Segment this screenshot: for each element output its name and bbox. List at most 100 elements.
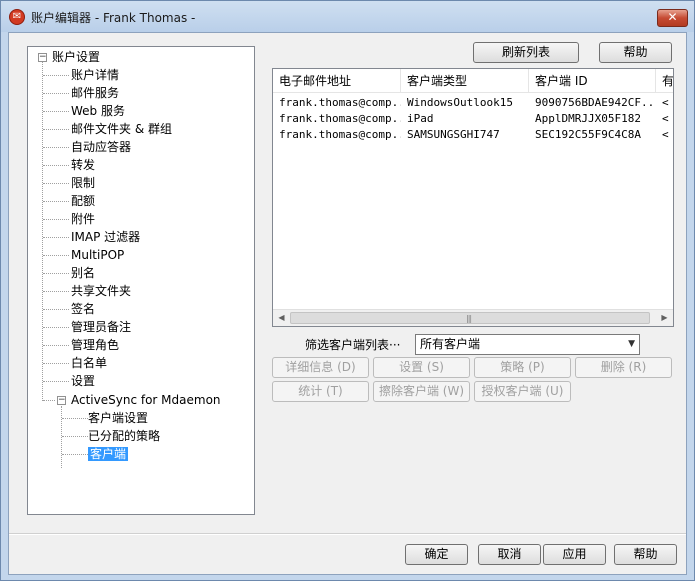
tree-line — [43, 273, 69, 274]
tree-item[interactable]: MultiPOP — [71, 246, 124, 264]
tree-item[interactable]: 管理员备注 — [71, 318, 131, 336]
policy-button[interactable]: 策略 (P) — [474, 357, 571, 378]
scroll-right-icon[interactable]: ▶ — [656, 310, 673, 326]
tree-line — [43, 291, 69, 292]
tree-line — [43, 327, 69, 328]
tree-line — [61, 406, 62, 468]
tree-item[interactable]: 限制 — [71, 174, 95, 192]
tree-item[interactable]: 邮件服务 — [71, 84, 119, 102]
apply-button[interactable]: 应用 — [543, 544, 606, 565]
scrollbar-grip-icon: ||| — [466, 314, 472, 323]
tree-child-item[interactable]: 客户端设置 — [88, 409, 148, 427]
window-title: 账户编辑器 - Frank Thomas - — [31, 11, 196, 25]
help-button-top[interactable]: 帮助 — [599, 42, 672, 63]
tree-line — [43, 381, 69, 382]
tree-line — [43, 111, 69, 112]
horizontal-scrollbar[interactable]: ◀ ||| ▶ — [273, 309, 673, 326]
tree-line — [43, 219, 69, 220]
help-button[interactable]: 帮助 — [614, 544, 677, 565]
tree-item[interactable]: 共享文件夹 — [71, 282, 131, 300]
tree-child-label: 客户端 — [88, 447, 129, 461]
tree-line — [43, 165, 69, 166]
tree-line — [62, 436, 88, 437]
table-row[interactable]: frank.thomas@comp... iPad ApplDMRJJX05F182… — [273, 111, 673, 127]
tree-line — [42, 62, 43, 401]
authorize-client-button[interactable]: 授权客户端 (U) — [474, 381, 571, 402]
tree-child-item[interactable]: 客户端 — [88, 445, 129, 463]
tree-item[interactable]: 自动应答器 — [71, 138, 131, 156]
clients-list[interactable]: 电子邮件地址 客户端类型 客户端 ID 有 frank.thomas@comp.… — [272, 68, 674, 327]
tree-line — [43, 345, 69, 346]
tree-line — [43, 363, 69, 364]
table-cell: < — [662, 96, 669, 109]
table-cell: SEC192C55F9C4C8A — [535, 128, 641, 141]
column-header-email[interactable]: 电子邮件地址 — [273, 69, 401, 93]
refresh-list-button[interactable]: 刷新列表 — [473, 42, 579, 63]
tree-line — [43, 129, 69, 130]
tree-item[interactable]: 配额 — [71, 192, 95, 210]
tree-line — [43, 201, 69, 202]
column-header-client-type[interactable]: 客户端类型 — [401, 69, 529, 93]
tree-item[interactable]: IMAP 过滤器 — [71, 228, 140, 246]
details-button[interactable]: 详细信息 (D) — [272, 357, 369, 378]
tree-line — [43, 237, 69, 238]
cancel-button[interactable]: 取消 — [478, 544, 541, 565]
table-cell: iPad — [407, 112, 434, 125]
client-filter-select[interactable]: 所有客户端 ▼ — [415, 334, 640, 355]
settings-tree[interactable]: − 账户设置 账户详情 邮件服务 Web 服务 邮件文件夹 & 群组 自动应答器 转发 限制… — [27, 46, 255, 515]
table-cell: WindowsOutlook15 — [407, 96, 513, 109]
tree-item[interactable]: 设置 — [71, 372, 95, 390]
table-row[interactable]: frank.thomas@comp... SAMSUNGSGHI747 SEC192… — [273, 127, 673, 143]
tree-item[interactable]: 邮件文件夹 & 群组 — [71, 120, 172, 138]
collapse-icon[interactable]: − — [57, 396, 66, 405]
tree-line — [43, 255, 69, 256]
chevron-down-icon: ▼ — [628, 339, 635, 349]
wipe-client-button[interactable]: 擦除客户端 (W) — [373, 381, 470, 402]
settings-button[interactable]: 设置 (S) — [373, 357, 470, 378]
dialog-body: − 账户设置 账户详情 邮件服务 Web 服务 邮件文件夹 & 群组 自动应答器 转发 限制… — [8, 32, 687, 575]
tree-line — [43, 183, 69, 184]
account-editor-window: ✉ 账户编辑器 - Frank Thomas - ✕ − 账户设置 账户详情 邮件… — [0, 0, 695, 581]
tree-line — [43, 309, 69, 310]
tree-child-label: 客户端设置 — [88, 411, 149, 425]
tree-item[interactable]: Web 服务 — [71, 102, 125, 120]
tree-item[interactable]: 签名 — [71, 300, 95, 318]
tree-item-activesync[interactable]: ActiveSync for Mdaemon — [71, 391, 221, 409]
delete-button[interactable]: 删除 (R) — [575, 357, 672, 378]
table-cell: SAMSUNGSGHI747 — [407, 128, 500, 141]
tree-item[interactable]: 附件 — [71, 210, 95, 228]
table-cell: frank.thomas@comp... — [279, 128, 401, 141]
tree-item[interactable]: 白名单 — [71, 354, 107, 372]
collapse-icon[interactable]: − — [38, 53, 47, 62]
scrollbar-thumb[interactable]: ||| — [290, 312, 650, 324]
tree-item[interactable]: 转发 — [71, 156, 95, 174]
table-cell: frank.thomas@comp... — [279, 96, 401, 109]
tree-item[interactable]: 管理角色 — [71, 336, 119, 354]
tree-line — [43, 75, 69, 76]
tree-item[interactable]: 别名 — [71, 264, 95, 282]
clients-list-header: 电子邮件地址 客户端类型 客户端 ID 有 — [273, 69, 673, 93]
table-row[interactable]: frank.thomas@comp... WindowsOutlook15 9090… — [273, 95, 673, 111]
title-bar[interactable]: ✉ 账户编辑器 - Frank Thomas - ✕ — [1, 1, 694, 32]
close-button[interactable]: ✕ — [657, 9, 688, 27]
footer-divider — [9, 533, 686, 535]
tree-line — [62, 454, 88, 455]
ok-button[interactable]: 确定 — [405, 544, 468, 565]
statistics-button[interactable]: 统计 (T) — [272, 381, 369, 402]
tree-line — [62, 418, 88, 419]
tree-root-account-settings[interactable]: 账户设置 — [52, 48, 100, 66]
table-cell: ApplDMRJJX05F182 — [535, 112, 641, 125]
mdaemon-app-icon: ✉ — [9, 9, 25, 25]
scroll-left-icon[interactable]: ◀ — [273, 310, 290, 326]
table-cell: frank.thomas@comp... — [279, 112, 401, 125]
tree-child-item[interactable]: 已分配的策略 — [88, 427, 160, 445]
tree-line — [43, 147, 69, 148]
filter-clients-label: 筛选客户端列表··· — [305, 338, 401, 352]
table-cell: 9090756BDAE942CF... — [535, 96, 656, 109]
tree-line — [43, 400, 55, 401]
tree-line — [43, 93, 69, 94]
column-header-more[interactable]: 有 — [656, 69, 673, 93]
column-header-client-id[interactable]: 客户端 ID — [529, 69, 656, 93]
tree-child-label: 已分配的策略 — [88, 429, 161, 443]
tree-item[interactable]: 账户详情 — [71, 66, 119, 84]
